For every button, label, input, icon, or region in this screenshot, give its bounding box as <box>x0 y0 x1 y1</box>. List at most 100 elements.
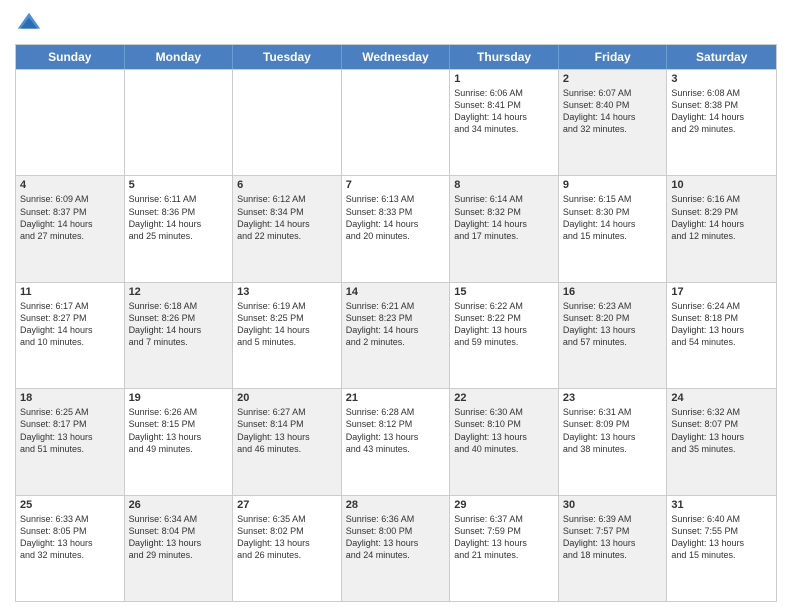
day-number: 6 <box>237 179 337 191</box>
logo-icon <box>15 10 43 38</box>
day-info: Sunrise: 6:30 AM Sunset: 8:10 PM Dayligh… <box>454 406 554 455</box>
calendar-cell-day-17: 17Sunrise: 6:24 AM Sunset: 8:18 PM Dayli… <box>667 283 776 388</box>
day-number: 30 <box>563 499 663 511</box>
header <box>15 10 777 38</box>
day-number: 21 <box>346 392 446 404</box>
day-info: Sunrise: 6:31 AM Sunset: 8:09 PM Dayligh… <box>563 406 663 455</box>
day-number: 2 <box>563 73 663 85</box>
day-info: Sunrise: 6:12 AM Sunset: 8:34 PM Dayligh… <box>237 193 337 242</box>
calendar-cell-day-26: 26 Sunrise: 6:34 AM Sunset: 8:04 PM Dayli… <box>125 496 234 601</box>
day-number: 12 <box>129 286 229 298</box>
calendar-cell-empty <box>16 70 125 175</box>
calendar-cell-day-21: 21 Sunrise: 6:28 AM Sunset: 8:12 PM Dayli… <box>342 389 451 494</box>
day-number: 8 <box>454 179 554 191</box>
day-number: 23 <box>563 392 663 404</box>
day-number: 15 <box>454 286 554 298</box>
calendar-cell-day-4: 4 Sunrise: 6:09 AM Sunset: 8:37 PM Daylig… <box>16 176 125 281</box>
day-number: 27 <box>237 499 337 511</box>
day-number: 4 <box>20 179 120 191</box>
calendar-cell-day-8: 8 Sunrise: 6:14 AM Sunset: 8:32 PM Daylig… <box>450 176 559 281</box>
day-info: Sunrise: 6:07 AM Sunset: 8:40 PM Dayligh… <box>563 87 663 136</box>
calendar-cell-day-9: 9 Sunrise: 6:15 AM Sunset: 8:30 PM Daylig… <box>559 176 668 281</box>
calendar-body: 1 Sunrise: 6:06 AM Sunset: 8:41 PM Daylig… <box>16 69 776 601</box>
calendar-cell-day-22: 22 Sunrise: 6:30 AM Sunset: 8:10 PM Dayli… <box>450 389 559 494</box>
day-info: Sunrise: 6:34 AM Sunset: 8:04 PM Dayligh… <box>129 513 229 562</box>
day-info: Sunrise: 6:09 AM Sunset: 8:37 PM Dayligh… <box>20 193 120 242</box>
calendar-cell-day-15: 15 Sunrise: 6:22 AM Sunset: 8:22 PM Dayli… <box>450 283 559 388</box>
day-info: Sunrise: 6:28 AM Sunset: 8:12 PM Dayligh… <box>346 406 446 455</box>
calendar-cell-day-29: 29 Sunrise: 6:37 AM Sunset: 7:59 PM Dayli… <box>450 496 559 601</box>
day-number: 20 <box>237 392 337 404</box>
day-number: 29 <box>454 499 554 511</box>
calendar-cell-day-10: 10Sunrise: 6:16 AM Sunset: 8:29 PM Dayli… <box>667 176 776 281</box>
calendar-cell-empty <box>233 70 342 175</box>
day-number: 16 <box>563 286 663 298</box>
calendar-cell-day-3: 3 Sunrise: 6:08 AM Sunset: 8:38 PM Daylig… <box>667 70 776 175</box>
day-number: 22 <box>454 392 554 404</box>
day-info: Sunrise: 6:39 AM Sunset: 7:57 PM Dayligh… <box>563 513 663 562</box>
day-info: Sunrise: 6:27 AM Sunset: 8:14 PM Dayligh… <box>237 406 337 455</box>
calendar-cell-day-16: 16 Sunrise: 6:23 AM Sunset: 8:20 PM Dayli… <box>559 283 668 388</box>
calendar-cell-day-2: 2 Sunrise: 6:07 AM Sunset: 8:40 PM Daylig… <box>559 70 668 175</box>
calendar-cell-day-20: 20 Sunrise: 6:27 AM Sunset: 8:14 PM Dayli… <box>233 389 342 494</box>
calendar-header: SundayMondayTuesdayWednesdayThursdayFrid… <box>16 45 776 69</box>
day-info: Sunrise: 6:06 AM Sunset: 8:41 PM Dayligh… <box>454 87 554 136</box>
day-number: 7 <box>346 179 446 191</box>
day-info: Sunrise: 6:37 AM Sunset: 7:59 PM Dayligh… <box>454 513 554 562</box>
day-number: 19 <box>129 392 229 404</box>
day-number: 24 <box>671 392 772 404</box>
day-info: Sunrise: 6:15 AM Sunset: 8:30 PM Dayligh… <box>563 193 663 242</box>
day-number: 25 <box>20 499 120 511</box>
day-info: Sunrise: 6:17 AM Sunset: 8:27 PM Dayligh… <box>20 300 120 349</box>
day-info: Sunrise: 6:22 AM Sunset: 8:22 PM Dayligh… <box>454 300 554 349</box>
day-number: 11 <box>20 286 120 298</box>
logo <box>15 10 47 38</box>
day-number: 10 <box>671 179 772 191</box>
day-number: 3 <box>671 73 772 85</box>
calendar-cell-day-12: 12 Sunrise: 6:18 AM Sunset: 8:26 PM Dayli… <box>125 283 234 388</box>
day-info: Sunrise: 6:11 AM Sunset: 8:36 PM Dayligh… <box>129 193 229 242</box>
day-info: Sunrise: 6:24 AM Sunset: 8:18 PM Dayligh… <box>671 300 772 349</box>
weekday-header-wednesday: Wednesday <box>342 45 451 69</box>
calendar-row-2: 4 Sunrise: 6:09 AM Sunset: 8:37 PM Daylig… <box>16 175 776 281</box>
weekday-header-tuesday: Tuesday <box>233 45 342 69</box>
calendar-cell-day-11: 11 Sunrise: 6:17 AM Sunset: 8:27 PM Dayli… <box>16 283 125 388</box>
weekday-header-friday: Friday <box>559 45 668 69</box>
day-info: Sunrise: 6:40 AM Sunset: 7:55 PM Dayligh… <box>671 513 772 562</box>
day-info: Sunrise: 6:36 AM Sunset: 8:00 PM Dayligh… <box>346 513 446 562</box>
calendar-cell-day-19: 19 Sunrise: 6:26 AM Sunset: 8:15 PM Dayli… <box>125 389 234 494</box>
calendar-cell-day-6: 6 Sunrise: 6:12 AM Sunset: 8:34 PM Daylig… <box>233 176 342 281</box>
calendar-cell-day-25: 25Sunrise: 6:33 AM Sunset: 8:05 PM Dayli… <box>16 496 125 601</box>
day-info: Sunrise: 6:32 AM Sunset: 8:07 PM Dayligh… <box>671 406 772 455</box>
calendar-cell-empty <box>342 70 451 175</box>
day-number: 13 <box>237 286 337 298</box>
day-info: Sunrise: 6:13 AM Sunset: 8:33 PM Dayligh… <box>346 193 446 242</box>
day-number: 26 <box>129 499 229 511</box>
calendar-cell-day-5: 5Sunrise: 6:11 AM Sunset: 8:36 PM Daylig… <box>125 176 234 281</box>
calendar-cell-day-23: 23 Sunrise: 6:31 AM Sunset: 8:09 PM Dayli… <box>559 389 668 494</box>
calendar-cell-day-31: 31Sunrise: 6:40 AM Sunset: 7:55 PM Dayli… <box>667 496 776 601</box>
day-info: Sunrise: 6:35 AM Sunset: 8:02 PM Dayligh… <box>237 513 337 562</box>
calendar-cell-day-14: 14Sunrise: 6:21 AM Sunset: 8:23 PM Dayli… <box>342 283 451 388</box>
day-info: Sunrise: 6:18 AM Sunset: 8:26 PM Dayligh… <box>129 300 229 349</box>
calendar-cell-day-28: 28 Sunrise: 6:36 AM Sunset: 8:00 PM Dayli… <box>342 496 451 601</box>
day-info: Sunrise: 6:14 AM Sunset: 8:32 PM Dayligh… <box>454 193 554 242</box>
weekday-header-thursday: Thursday <box>450 45 559 69</box>
page: SundayMondayTuesdayWednesdayThursdayFrid… <box>0 0 792 612</box>
weekday-header-saturday: Saturday <box>667 45 776 69</box>
calendar-row-3: 11 Sunrise: 6:17 AM Sunset: 8:27 PM Dayli… <box>16 282 776 388</box>
calendar-cell-day-13: 13Sunrise: 6:19 AM Sunset: 8:25 PM Dayli… <box>233 283 342 388</box>
day-number: 1 <box>454 73 554 85</box>
calendar-cell-day-24: 24 Sunrise: 6:32 AM Sunset: 8:07 PM Dayli… <box>667 389 776 494</box>
day-info: Sunrise: 6:26 AM Sunset: 8:15 PM Dayligh… <box>129 406 229 455</box>
calendar-row-4: 18Sunrise: 6:25 AM Sunset: 8:17 PM Dayli… <box>16 388 776 494</box>
calendar-cell-empty <box>125 70 234 175</box>
day-info: Sunrise: 6:08 AM Sunset: 8:38 PM Dayligh… <box>671 87 772 136</box>
day-number: 28 <box>346 499 446 511</box>
day-info: Sunrise: 6:21 AM Sunset: 8:23 PM Dayligh… <box>346 300 446 349</box>
day-info: Sunrise: 6:23 AM Sunset: 8:20 PM Dayligh… <box>563 300 663 349</box>
weekday-header-sunday: Sunday <box>16 45 125 69</box>
day-number: 9 <box>563 179 663 191</box>
day-number: 18 <box>20 392 120 404</box>
calendar-cell-day-27: 27 Sunrise: 6:35 AM Sunset: 8:02 PM Dayli… <box>233 496 342 601</box>
